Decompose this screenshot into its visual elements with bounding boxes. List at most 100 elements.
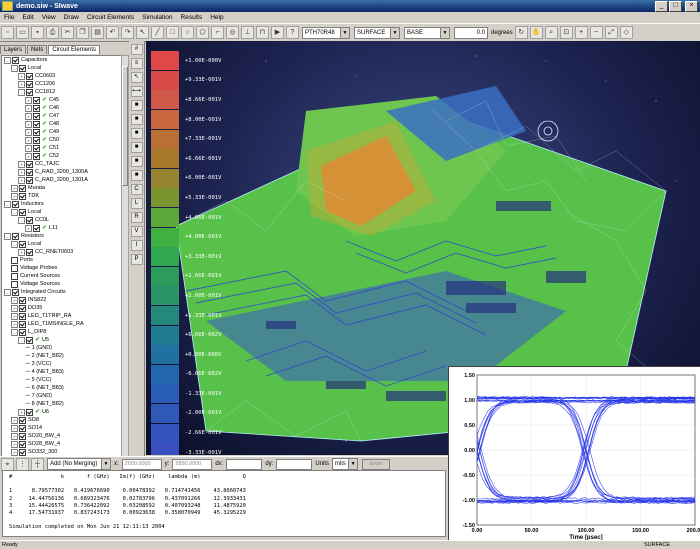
expand-icon[interactable]: + [25, 136, 32, 144]
checkbox[interactable] [33, 96, 40, 104]
tree-item[interactable]: + ✔ C47 [2, 112, 122, 120]
expand-icon[interactable]: + [18, 80, 25, 88]
expand-icon[interactable]: + [25, 120, 32, 128]
via-icon[interactable]: ◎ [226, 26, 239, 39]
tab-layers[interactable]: Layers [0, 45, 27, 54]
fit-icon[interactable]: ⤢ [604, 26, 618, 39]
checkbox[interactable] [26, 216, 33, 224]
menu-edit[interactable]: Edit [18, 14, 37, 21]
layer-select[interactable]: PTH70R48 ▼ [302, 26, 350, 39]
tree-item[interactable]: ⊸ 7 (GND) [2, 392, 122, 400]
maximize-button[interactable]: □ [669, 1, 682, 12]
checkbox[interactable] [19, 304, 26, 312]
checkbox[interactable] [19, 432, 26, 440]
checkbox[interactable] [19, 192, 26, 200]
resistor-tool-icon[interactable]: R [130, 212, 143, 223]
circle-icon[interactable]: ○ [181, 26, 194, 39]
checkbox[interactable] [19, 416, 26, 424]
checkbox[interactable] [19, 240, 26, 248]
checkbox[interactable] [19, 448, 26, 456]
checkbox[interactable] [11, 256, 18, 264]
print-icon[interactable]: ⎙ [46, 26, 59, 39]
collapse-icon[interactable]: - [11, 208, 18, 216]
expand-icon[interactable]: + [25, 112, 32, 120]
zoom-out-icon[interactable]: − [589, 26, 603, 39]
measure-icon[interactable]: ⟷ [130, 86, 143, 97]
tree-item[interactable]: ⊸ 1 (GND) [2, 344, 122, 352]
tree-item[interactable]: + TDK [2, 192, 122, 200]
tree-item[interactable]: Voltage Sources [2, 280, 122, 288]
checkbox[interactable] [19, 320, 26, 328]
tree-item[interactable]: + DO35 [2, 304, 122, 312]
x-coordinate-field[interactable]: 2000.0000 [121, 458, 162, 470]
checkbox[interactable] [33, 152, 40, 160]
expand-icon[interactable]: + [11, 192, 18, 200]
cut-icon[interactable]: ✂ [61, 26, 74, 39]
color-black-icon[interactable]: ■ [130, 156, 143, 167]
tree-item[interactable]: - CC0L [2, 216, 122, 224]
menu-results[interactable]: Results [177, 14, 207, 21]
color-black-icon[interactable]: ■ [130, 114, 143, 125]
tree-item[interactable]: + C_RAD_3200_1301A [2, 176, 122, 184]
menu-file[interactable]: File [0, 14, 18, 21]
tree-item[interactable]: + CC1206 [2, 80, 122, 88]
rotate-icon[interactable]: ↻ [514, 26, 528, 39]
checkbox[interactable] [12, 288, 19, 296]
tree-item[interactable]: + ✔ U6 [2, 408, 122, 416]
inductor-tool-icon[interactable]: L [130, 198, 143, 209]
expand-icon[interactable]: + [11, 312, 18, 320]
tree-item[interactable]: + INS822 [2, 296, 122, 304]
tree-item[interactable]: + SO28_BW_4 [2, 440, 122, 448]
checkbox[interactable] [26, 80, 33, 88]
angle-input[interactable]: 0.0 [454, 26, 488, 39]
capacitor-tool-icon[interactable]: C [130, 184, 143, 195]
checkbox[interactable] [19, 64, 26, 72]
checkbox[interactable] [19, 424, 26, 432]
tree-item[interactable]: + C_RAD_3200_1300A [2, 168, 122, 176]
color-black-icon[interactable]: ■ [130, 142, 143, 153]
checkbox[interactable] [26, 168, 33, 176]
tree-item[interactable]: + ✔ C49 [2, 128, 122, 136]
expand-icon[interactable]: + [11, 320, 18, 328]
port-tool-icon[interactable]: P [130, 254, 143, 265]
collapse-icon[interactable]: - [18, 88, 25, 96]
tree-scrollbar[interactable] [121, 55, 129, 457]
checkbox[interactable] [19, 328, 26, 336]
line-icon[interactable]: ╱ [151, 26, 164, 39]
checkbox[interactable] [26, 72, 33, 80]
expand-icon[interactable]: + [25, 104, 32, 112]
checkbox[interactable] [33, 112, 40, 120]
checkbox[interactable] [33, 104, 40, 112]
expand-icon[interactable]: + [25, 152, 32, 160]
expand-icon[interactable]: + [11, 416, 18, 424]
select-icon[interactable]: ↖ [136, 26, 149, 39]
new-icon[interactable]: ▫ [1, 26, 14, 39]
tree-item[interactable]: + ✔ L11 [2, 224, 122, 232]
checkbox[interactable] [19, 296, 26, 304]
run-icon[interactable]: ▶ [271, 26, 284, 39]
scrollbar-thumb[interactable] [122, 66, 128, 186]
minimize-button[interactable]: _ [655, 1, 668, 12]
zoom-in-icon[interactable]: + [574, 26, 588, 39]
tree-item[interactable]: - Capacitors [2, 56, 122, 64]
tree-item[interactable]: + SO332_300 [2, 448, 122, 456]
checkbox[interactable] [11, 272, 18, 280]
grid-icon[interactable]: # [130, 44, 143, 55]
tab-nets[interactable]: Nets [27, 45, 48, 54]
tree-item[interactable]: ⊸ 3 (VCC) [2, 360, 122, 368]
checkbox[interactable] [11, 264, 18, 272]
expand-icon[interactable]: + [11, 424, 18, 432]
zoom-icon[interactable]: ⌕ [544, 26, 558, 39]
expand-icon[interactable]: + [18, 168, 25, 176]
color-black-icon[interactable]: ■ [130, 100, 143, 111]
redo-icon[interactable]: ↷ [121, 26, 134, 39]
surface-select[interactable]: SURFACE ▼ [354, 26, 400, 39]
expand-icon[interactable]: + [11, 432, 18, 440]
expand-icon[interactable]: + [25, 144, 32, 152]
dy-field[interactable] [276, 458, 313, 470]
checkbox[interactable] [19, 312, 26, 320]
base-select[interactable]: BASE ▼ [404, 26, 450, 39]
tree-item[interactable]: + SO8 [2, 416, 122, 424]
pointer-icon[interactable]: ↖ [130, 72, 143, 83]
checkbox[interactable] [19, 440, 26, 448]
